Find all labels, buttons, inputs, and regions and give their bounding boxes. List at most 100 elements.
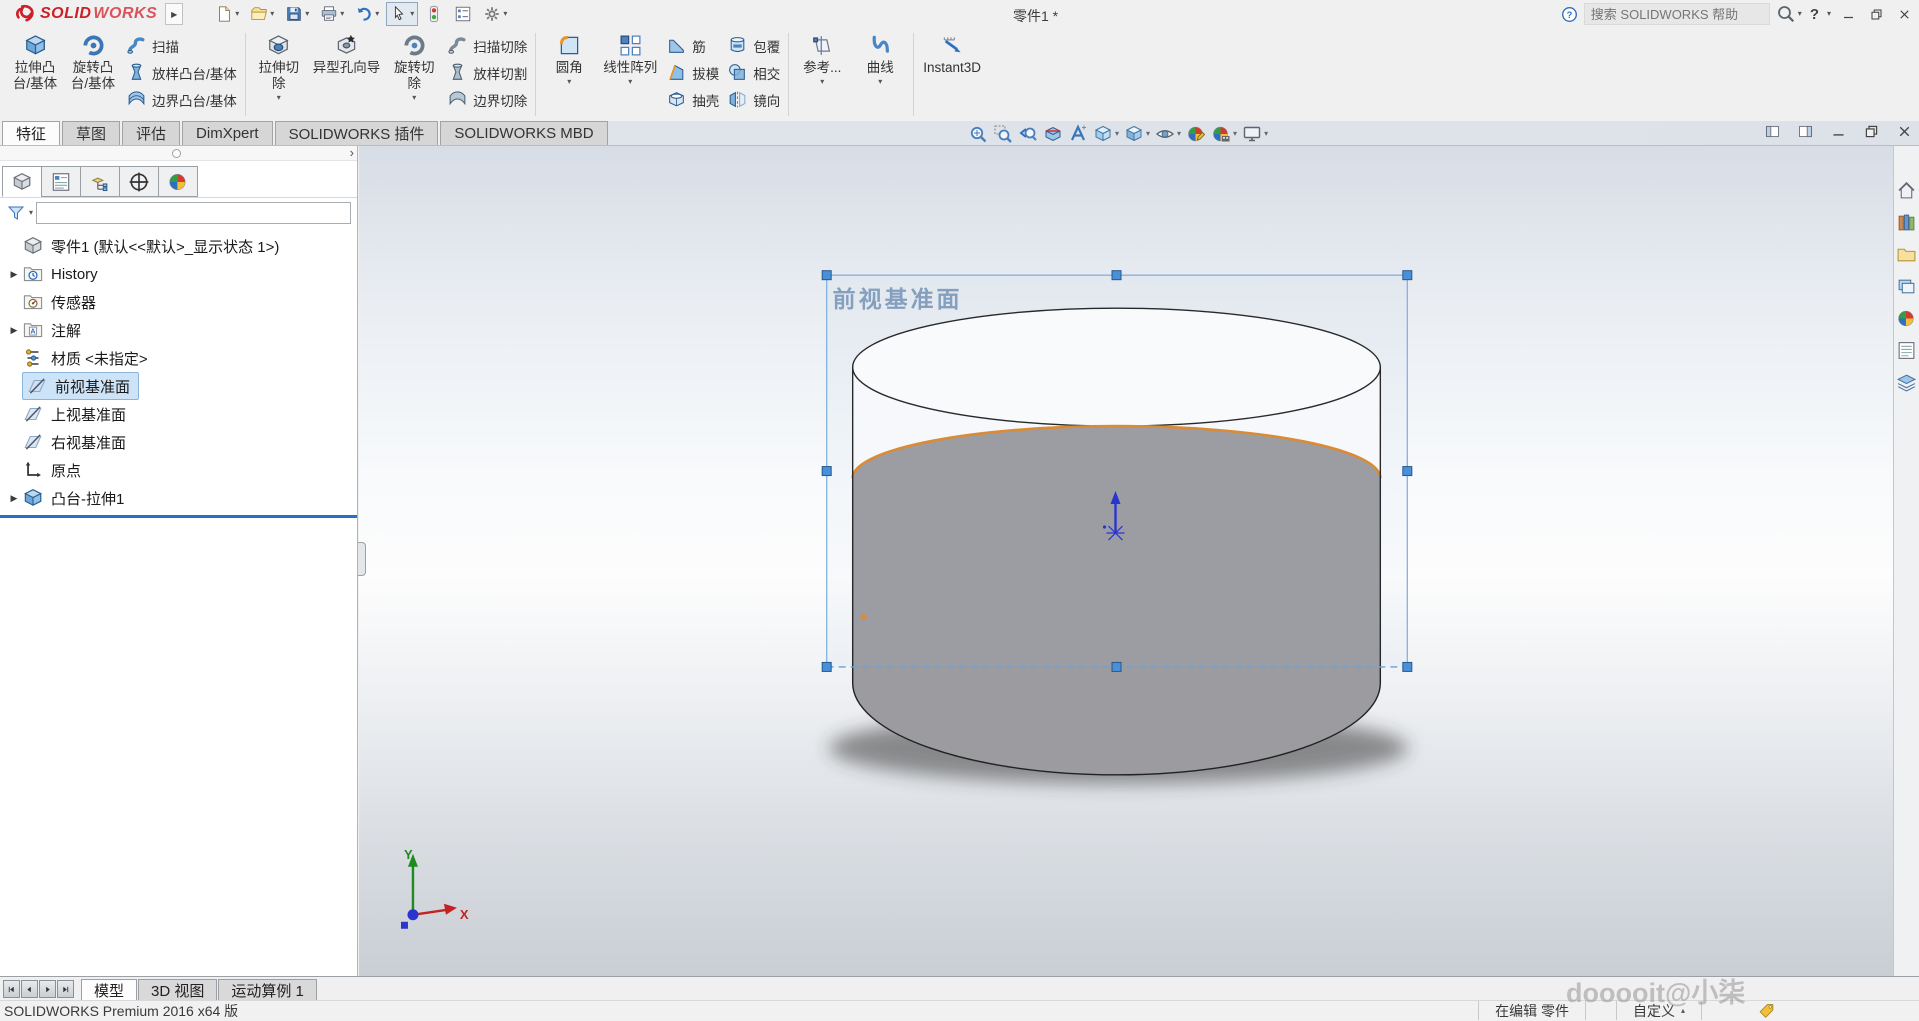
panel-tab-dimxpertmanager[interactable] [119,166,159,197]
previous-tab-button[interactable] [21,980,38,998]
wrap-button[interactable]: 包覆 [727,32,780,59]
hole-wizard-button[interactable]: 异型孔向导 [308,28,386,121]
print-button[interactable]: ▾ [316,2,348,26]
forum-button[interactable] [1896,372,1917,393]
custom-properties-button[interactable] [1896,340,1917,361]
view-orientation-button[interactable]: ▾ [1092,123,1120,145]
tab-SOLIDWORKS 插件[interactable]: SOLIDWORKS 插件 [275,121,439,145]
customize-menu[interactable]: 自定义▴ [1616,1001,1702,1020]
panel-expand-button[interactable]: › [350,146,354,160]
fillet-button[interactable]: 圆角▾ [540,28,598,121]
tag-icon[interactable] [1758,1002,1775,1019]
rollback-bar[interactable] [0,515,357,518]
appearances-scenes-button[interactable] [1896,308,1917,329]
search-input[interactable] [1584,3,1770,25]
options-list-button[interactable] [450,2,476,26]
rib-button[interactable]: 筋 [666,32,719,59]
tree-item-凸台-拉伸1[interactable]: ▶凸台-拉伸1 [0,484,357,512]
display-style-button[interactable]: ▾ [1123,123,1151,145]
zoom-to-area-button[interactable] [992,123,1014,145]
bottom-tab-运动算例-1[interactable]: 运动算例 1 [218,979,317,1000]
curves-button[interactable]: 曲线▾ [851,28,909,121]
view-palette-button[interactable] [1896,276,1917,297]
tree-item-上视基准面[interactable]: 上视基准面 [0,400,357,428]
tree-item-材质-<未指定>[interactable]: 材质 <未指定> [0,344,357,372]
select-button[interactable]: ▾ [386,2,418,26]
lofted-cut-button[interactable]: 放样切割 [447,59,527,86]
file-explorer-button[interactable] [1896,244,1917,265]
extruded-cut-button[interactable]: 拉伸切除▾ [250,28,308,121]
tab-草图[interactable]: 草图 [62,121,120,145]
tree-item-前视基准面[interactable]: 前视基准面 [0,372,357,400]
tree-item-传感器[interactable]: 传感器 [0,288,357,316]
tab-评估[interactable]: 评估 [122,121,180,145]
annotation-views-button[interactable] [1067,123,1089,145]
draft-button[interactable]: 拔模 [666,59,719,86]
section-view-button[interactable] [1042,123,1064,145]
mirror-button[interactable]: 镜向 [727,86,780,113]
panel-grip-icon[interactable] [172,149,181,158]
reference-geometry-button[interactable]: 参考...▾ [793,28,851,121]
revolved-cut-button[interactable]: 旋转切除▾ [385,28,443,121]
doc-restore-button[interactable] [1863,123,1880,140]
bottom-tab-3D-视图[interactable]: 3D 视图 [138,979,217,1000]
view-settings-button[interactable]: ▾ [1241,123,1269,145]
last-tab-button[interactable] [57,980,74,998]
doc-minimize-button[interactable] [1830,123,1847,140]
tab-特征[interactable]: 特征 [2,121,60,145]
boundary-cut-button[interactable]: 边界切除 [447,86,527,113]
show-pane-right-button[interactable] [1797,123,1814,140]
new-button[interactable]: ▾ [211,2,243,26]
panel-tab-configurationmanager[interactable] [80,166,120,197]
tree-item-注解[interactable]: ▶A注解 [0,316,357,344]
panel-tab-displaymanager[interactable] [158,166,198,197]
window-close-button[interactable] [1893,4,1915,24]
swept-boss-button[interactable]: 扫描 [126,32,237,59]
tab-SOLIDWORKS MBD[interactable]: SOLIDWORKS MBD [440,121,607,145]
tree-item-右视基准面[interactable]: 右视基准面 [0,428,357,456]
doc-close-button[interactable] [1896,123,1913,140]
tree-item-History[interactable]: ▶History [0,260,357,288]
bottom-tab-模型[interactable]: 模型 [81,979,137,1000]
settings-button[interactable]: ▾ [479,2,511,26]
front-plane-selection[interactable]: 前视基准面 [822,271,1412,672]
apply-scene-button[interactable]: ▾ [1210,123,1238,145]
filter-input[interactable] [36,202,351,224]
rebuild-button[interactable] [421,2,447,26]
extruded-boss-base-button[interactable]: 拉伸凸台/基体 [6,28,64,121]
panel-tab-featuremanager[interactable] [2,166,42,197]
first-tab-button[interactable] [3,980,20,998]
funnel-icon[interactable] [6,203,26,223]
search-button[interactable]: ▾ [1776,4,1802,24]
show-pane-left-button[interactable] [1764,123,1781,140]
undo-button[interactable]: ▾ [351,2,383,26]
expand-arrow-icon[interactable]: ▶ [6,325,22,336]
boundary-boss-button[interactable]: 边界凸台/基体 [126,86,237,113]
hide-show-items-button[interactable]: ▾ [1154,123,1182,145]
previous-view-button[interactable] [1017,123,1039,145]
panel-tab-propertymanager[interactable] [41,166,81,197]
window-restore-button[interactable] [1865,4,1887,24]
intersect-button[interactable]: 相交 [727,59,780,86]
panel-splitter[interactable] [358,542,366,576]
tab-DimXpert[interactable]: DimXpert [182,121,273,145]
edit-appearance-button[interactable] [1185,123,1207,145]
save-button[interactable]: ▾ [281,2,313,26]
tree-item-零件1-(默认<<默认>_显示状态-1>)[interactable]: 零件1 (默认<<默认>_显示状态 1>) [0,232,357,260]
shell-button[interactable]: 抽壳 [666,86,719,113]
expand-arrow-icon[interactable]: ▶ [6,269,22,280]
linear-pattern-button[interactable]: 线性阵列▾ [598,28,662,121]
viewport[interactable]: 前视基准面 Y X [359,146,1893,976]
zoom-to-fit-button[interactable] [967,123,989,145]
next-tab-button[interactable] [39,980,56,998]
tree-item-原点[interactable]: 原点 [0,456,357,484]
solidworks-resources-button[interactable] [1896,180,1917,201]
expand-arrow-icon[interactable]: ▶ [6,493,22,504]
help-menu-button[interactable]: ? [1808,6,1821,23]
lofted-boss-button[interactable]: 放样凸台/基体 [126,59,237,86]
menu-flyout-button[interactable]: ▶ [165,3,183,25]
design-library-button[interactable] [1896,212,1917,233]
swept-cut-button[interactable]: 扫描切除 [447,32,527,59]
window-minimize-button[interactable] [1837,4,1859,24]
revolved-boss-base-button[interactable]: 旋转凸台/基体 [64,28,122,121]
